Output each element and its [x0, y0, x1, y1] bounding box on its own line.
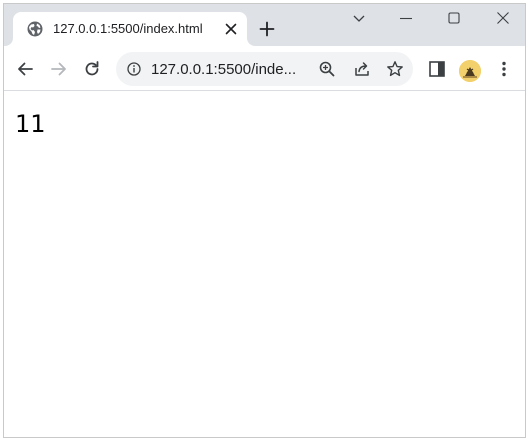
- page-content: 11: [4, 91, 525, 437]
- active-tab[interactable]: 127.0.0.1:5500/index.html: [13, 12, 247, 46]
- close-icon[interactable]: [495, 10, 511, 26]
- globe-icon: [27, 21, 43, 37]
- profile-avatar[interactable]: [459, 60, 481, 82]
- menu-icon[interactable]: [494, 59, 514, 79]
- forward-arrow-icon[interactable]: [49, 59, 69, 79]
- zoom-icon[interactable]: [318, 60, 336, 78]
- tab-search-icon[interactable]: [351, 10, 367, 26]
- info-icon[interactable]: [127, 62, 141, 76]
- back-arrow-icon[interactable]: [15, 59, 35, 79]
- new-tab-button[interactable]: [259, 21, 275, 37]
- title-bar: 127.0.0.1:5500/index.html: [4, 4, 525, 46]
- page-text: 11: [15, 110, 46, 138]
- reload-icon[interactable]: [82, 59, 102, 79]
- tab-title: 127.0.0.1:5500/index.html: [53, 21, 203, 36]
- share-icon[interactable]: [353, 60, 371, 78]
- url-text[interactable]: 127.0.0.1:5500/inde...: [151, 61, 296, 78]
- sidebar-icon[interactable]: [427, 59, 447, 79]
- address-bar[interactable]: 127.0.0.1:5500/inde...: [116, 52, 413, 86]
- minimize-icon[interactable]: [398, 10, 414, 26]
- toolbar: 127.0.0.1:5500/inde...: [4, 46, 525, 91]
- maximize-icon[interactable]: [446, 10, 462, 26]
- close-tab-icon[interactable]: [225, 23, 237, 35]
- browser-window: 127.0.0.1:5500/index.html 127.0.0.1:5500…: [3, 3, 526, 438]
- star-icon[interactable]: [386, 60, 404, 78]
